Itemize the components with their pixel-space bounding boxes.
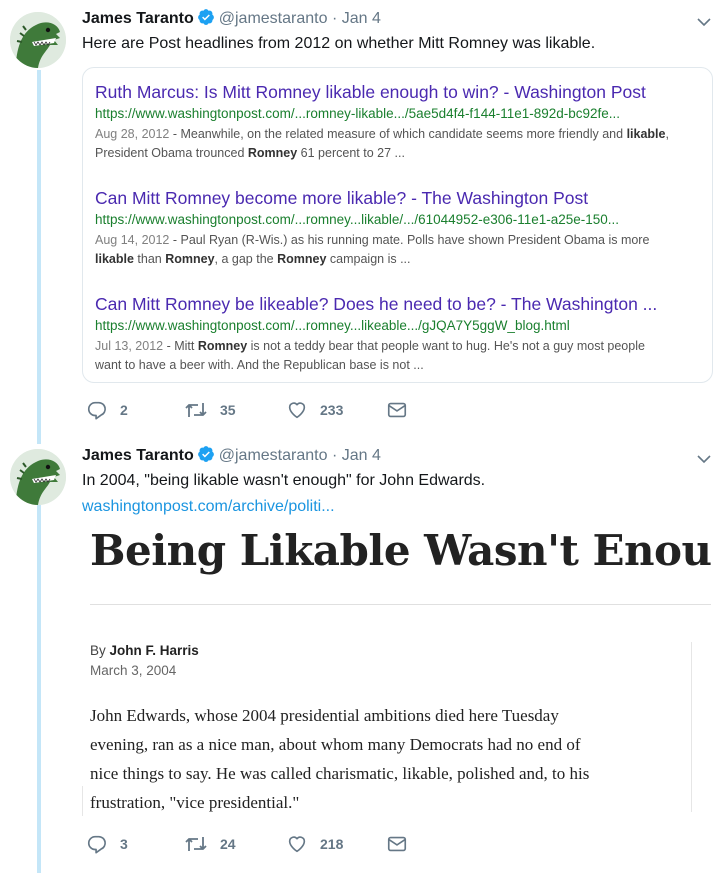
chevron-down-icon[interactable] bbox=[696, 451, 712, 467]
reply-icon bbox=[87, 401, 106, 420]
dinosaur-avatar-icon bbox=[10, 12, 66, 68]
reply-count: 3 bbox=[120, 836, 128, 852]
dinosaur-avatar-icon bbox=[10, 449, 66, 505]
reply-icon bbox=[87, 835, 106, 854]
tweet-date[interactable]: Jan 4 bbox=[342, 447, 381, 464]
result-url: https://www.washingtonpost.com/...romney… bbox=[95, 318, 570, 333]
tweet-text: Here are Post headlines from 2012 on whe… bbox=[82, 35, 596, 52]
result-title: Ruth Marcus: Is Mitt Romney likable enou… bbox=[95, 82, 646, 102]
author-name[interactable]: James Taranto bbox=[82, 447, 194, 464]
separator-dot: · bbox=[331, 10, 338, 27]
result-snippet: Aug 28, 2012 - Meanwhile, on the related… bbox=[95, 127, 669, 160]
retweet-count: 24 bbox=[220, 836, 236, 852]
retweet-button[interactable]: 24 bbox=[184, 833, 236, 855]
retweet-button[interactable]: 35 bbox=[184, 399, 236, 421]
dm-icon bbox=[387, 402, 407, 418]
reply-count: 2 bbox=[120, 402, 128, 418]
avatar[interactable] bbox=[10, 449, 66, 505]
like-icon bbox=[288, 836, 306, 853]
like-button[interactable]: 233 bbox=[286, 399, 343, 421]
like-count: 218 bbox=[320, 836, 344, 852]
chevron-down-icon[interactable] bbox=[696, 14, 712, 30]
divider bbox=[82, 786, 83, 816]
dm-button[interactable] bbox=[386, 399, 420, 421]
search-result: Can Mitt Romney be likeable? Does he nee… bbox=[95, 294, 702, 375]
author-handle[interactable]: @jamestaranto bbox=[219, 10, 328, 27]
dm-button[interactable] bbox=[386, 833, 420, 855]
retweet-count: 35 bbox=[220, 402, 236, 418]
author-handle[interactable]: @jamestaranto bbox=[219, 447, 328, 464]
verified-icon bbox=[197, 445, 215, 468]
tweet-link[interactable]: washingtonpost.com/archive/politi... bbox=[82, 498, 335, 516]
tweet-text: In 2004, "being likable wasn't enough" f… bbox=[82, 472, 486, 489]
like-button[interactable]: 218 bbox=[286, 833, 343, 855]
result-snippet: Jul 13, 2012 - Mitt Romney is not a tedd… bbox=[95, 339, 645, 372]
reply-button[interactable]: 3 bbox=[86, 833, 128, 855]
like-count: 233 bbox=[320, 402, 344, 418]
tweet-header: James Taranto @jamestaranto · Jan 4 bbox=[82, 445, 381, 468]
result-url: https://www.washingtonpost.com/...romney… bbox=[95, 106, 621, 121]
avatar[interactable] bbox=[10, 12, 66, 68]
separator-dot: · bbox=[331, 447, 338, 464]
dm-icon bbox=[387, 836, 407, 852]
article-author: John F. Harris bbox=[109, 643, 199, 658]
author-name[interactable]: James Taranto bbox=[82, 10, 194, 27]
result-title: Can Mitt Romney be likeable? Does he nee… bbox=[95, 294, 658, 314]
divider bbox=[691, 642, 692, 812]
result-url: https://www.washingtonpost.com/...romney… bbox=[95, 212, 620, 227]
result-title: Can Mitt Romney become more likable? - T… bbox=[95, 188, 589, 208]
tweet-header: James Taranto @jamestaranto · Jan 4 bbox=[82, 8, 381, 31]
article-byline: By John F. Harris bbox=[90, 643, 199, 658]
article-date: March 3, 2004 bbox=[90, 663, 177, 678]
result-snippet: Aug 14, 2012 - Paul Ryan (R-Wis.) as his… bbox=[95, 233, 650, 266]
search-result: Can Mitt Romney become more likable? - T… bbox=[95, 188, 702, 269]
thread-line bbox=[37, 505, 41, 873]
like-icon bbox=[288, 402, 306, 419]
retweet-icon bbox=[185, 403, 207, 417]
article-image[interactable]: Being Likable Wasn't Enough By John F. H… bbox=[82, 526, 711, 816]
article-body: John Edwards, whose 2004 presidential am… bbox=[90, 706, 590, 812]
article-headline: Being Likable Wasn't Enough bbox=[90, 526, 711, 575]
search-result: Ruth Marcus: Is Mitt Romney likable enou… bbox=[95, 82, 702, 163]
reply-button[interactable]: 2 bbox=[86, 399, 128, 421]
verified-icon bbox=[197, 8, 215, 31]
tweet-date[interactable]: Jan 4 bbox=[342, 10, 381, 27]
search-results-image[interactable]: Ruth Marcus: Is Mitt Romney likable enou… bbox=[82, 67, 713, 383]
thread-line bbox=[37, 70, 41, 444]
divider bbox=[90, 604, 711, 605]
retweet-icon bbox=[185, 837, 207, 851]
